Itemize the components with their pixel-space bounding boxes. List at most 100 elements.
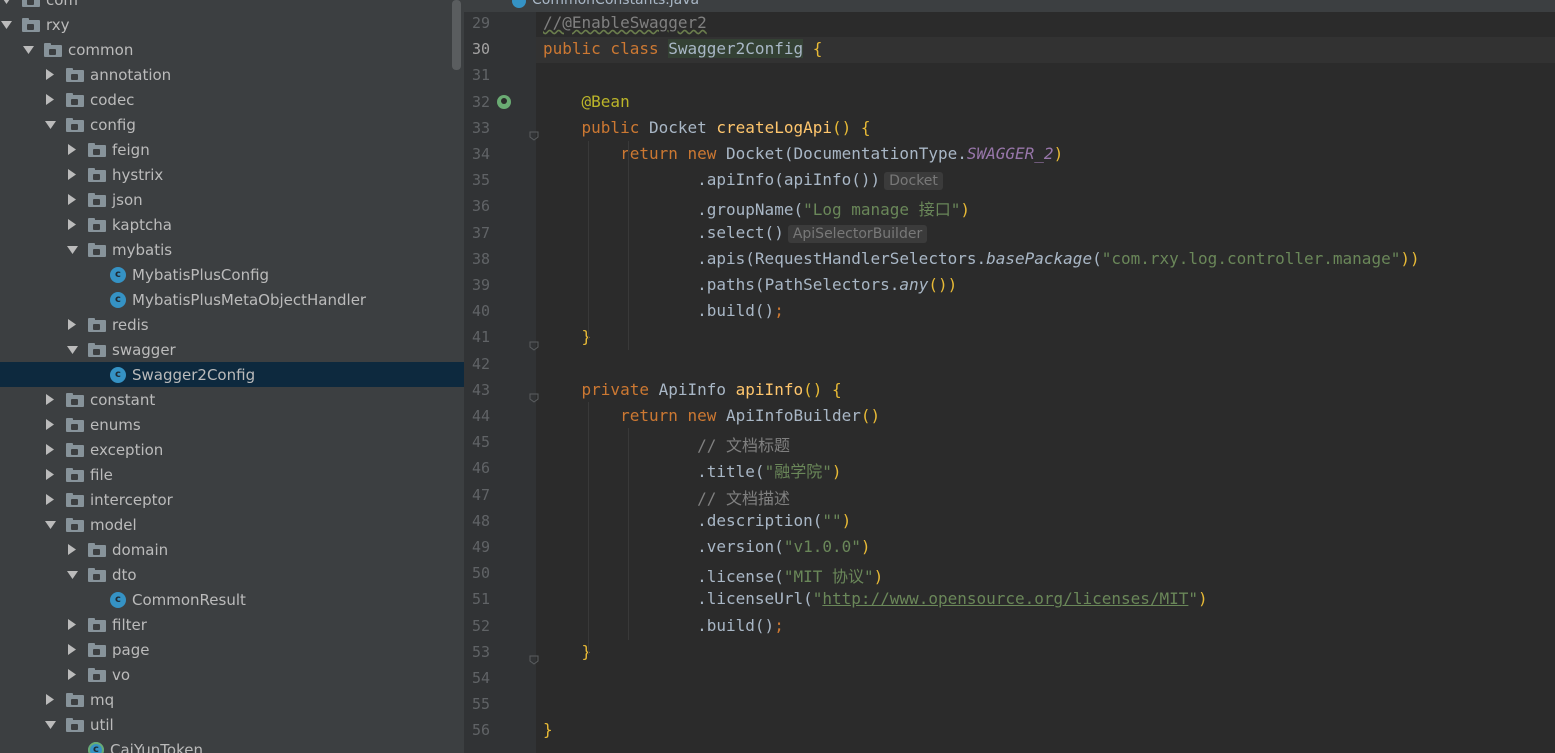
folder-icon (88, 667, 106, 682)
chevron-down-icon[interactable] (0, 0, 12, 6)
chevron-right-icon[interactable] (44, 69, 56, 81)
tree-item-redis[interactable]: redis (0, 312, 464, 337)
code-token: .license( (543, 567, 784, 587)
tree-item-config[interactable]: config (0, 112, 464, 137)
code-editor[interactable]: 29 //@EnableSwagger2 30 public class Swagge… (464, 0, 1555, 753)
tree-item-kaptcha[interactable]: kaptcha (0, 212, 464, 237)
folder-icon (88, 217, 106, 232)
tree-item-label: CaiYunToken (110, 740, 203, 753)
chevron-down-icon[interactable] (22, 44, 34, 56)
code-line: .select() ApiSelectorBuilder (543, 223, 928, 243)
tree-item-model[interactable]: model (0, 512, 464, 537)
tree-item-json[interactable]: json (0, 187, 464, 212)
chevron-down-icon[interactable] (44, 719, 56, 731)
code-token: DocumentationType. (793, 144, 967, 163)
tree-item-mybatis[interactable]: mybatis (0, 237, 464, 262)
chevron-right-icon[interactable] (44, 94, 56, 106)
chevron-right-icon[interactable] (66, 644, 78, 656)
code-token: .groupName( (543, 200, 804, 220)
tree-item-filter[interactable]: filter (0, 612, 464, 637)
fold-marker-icon[interactable] (529, 336, 539, 351)
code-line: // 文档描述 (543, 485, 790, 509)
code-token: apiInfo (735, 379, 804, 399)
code-token: any (899, 275, 929, 294)
tree-item-label: codec (90, 90, 135, 109)
chevron-right-icon[interactable] (66, 319, 78, 331)
chevron-right-icon[interactable] (66, 169, 78, 181)
chevron-right-icon[interactable] (44, 444, 56, 456)
code-token: ; (774, 301, 784, 321)
tree-item-interceptor[interactable]: interceptor (0, 487, 464, 512)
chevron-down-icon[interactable] (44, 119, 56, 131)
tree-item-codec[interactable]: codec (0, 87, 464, 112)
chevron-down-icon[interactable] (66, 569, 78, 581)
fold-marker-icon[interactable] (529, 650, 539, 665)
java-class-icon: c (88, 741, 104, 753)
line-number: 52 (471, 616, 490, 635)
chevron-right-icon[interactable] (44, 494, 56, 506)
fold-marker-icon[interactable] (529, 126, 539, 141)
tree-item-mybatisplusmetaobjecthandler[interactable]: c MybatisPlusMetaObjectHandler (0, 287, 464, 312)
line-number: 44 (471, 407, 490, 425)
tree-item-feign[interactable]: feign (0, 137, 464, 162)
chevron-right-icon[interactable] (44, 694, 56, 706)
code-line: .version("v1.0.0") (543, 537, 870, 556)
chevron-right-icon[interactable] (44, 394, 56, 406)
chevron-right-icon[interactable] (66, 669, 78, 681)
chevron-right-icon[interactable] (44, 419, 56, 431)
tree-item-mybatisplusconfig[interactable]: c MybatisPlusConfig (0, 262, 464, 287)
folder-icon (66, 467, 84, 482)
tree-item-dto[interactable]: dto (0, 562, 464, 587)
tree-item-commonresult[interactable]: c CommonResult (0, 587, 464, 612)
folder-icon (88, 317, 106, 332)
tab-commonconstants[interactable]: CommonConstants.java (532, 0, 699, 8)
code-token: PathSelectors. (764, 275, 900, 294)
code-token: ( (1092, 248, 1102, 268)
code-token: // 文档标题 (697, 436, 791, 456)
code-token: "Log manage 接口" (803, 200, 961, 220)
folder-icon (88, 142, 106, 157)
java-class-icon: c (110, 591, 126, 608)
folder-icon (22, 0, 40, 7)
chevron-right-icon[interactable] (66, 619, 78, 631)
tree-item-com[interactable]: com (0, 0, 464, 12)
tree-item-exception[interactable]: exception (0, 437, 464, 462)
chevron-down-icon[interactable] (66, 344, 78, 356)
code-line: public class Swagger2Config { (543, 39, 822, 59)
code-token: public class (543, 39, 669, 59)
chevron-right-icon[interactable] (66, 544, 78, 556)
tree-item-swagger2config[interactable]: c Swagger2Config (0, 362, 464, 387)
chevron-down-icon[interactable] (44, 519, 56, 531)
chevron-down-icon[interactable] (66, 244, 78, 256)
tree-item-caiyuntoken[interactable]: c CaiYunToken (0, 737, 464, 753)
code-token: } (581, 327, 592, 347)
code-line: .build(); (543, 616, 784, 635)
tree-scrollbar-thumb[interactable] (452, 0, 461, 70)
spring-bean-gutter-icon[interactable] (497, 95, 511, 109)
tree-item-swagger[interactable]: swagger (0, 337, 464, 362)
tree-item-mq[interactable]: mq (0, 687, 464, 712)
line-number: 49 (471, 538, 490, 556)
chevron-down-icon[interactable] (0, 19, 12, 31)
chevron-right-icon[interactable] (66, 144, 78, 156)
tree-item-vo[interactable]: vo (0, 662, 464, 687)
chevron-right-icon[interactable] (66, 194, 78, 206)
tree-item-util[interactable]: util (0, 712, 464, 737)
tree-item-hystrix[interactable]: hystrix (0, 162, 464, 187)
code-token: http://www.opensource.org/licenses/MIT (822, 589, 1189, 609)
chevron-right-icon[interactable] (44, 469, 56, 481)
tree-item-file[interactable]: file (0, 462, 464, 487)
tree-item-constant[interactable]: constant (0, 387, 464, 412)
tree-item-annotation[interactable]: annotation (0, 62, 464, 87)
tree-item-page[interactable]: page (0, 637, 464, 662)
tree-item-enums[interactable]: enums (0, 412, 464, 437)
tree-item-rxy[interactable]: rxy (0, 12, 464, 37)
fold-marker-icon[interactable] (529, 388, 539, 403)
tree-item-domain[interactable]: domain (0, 537, 464, 562)
editor-gutter (464, 0, 536, 753)
code-token: Swagger2Config (668, 39, 804, 59)
tree-item-label: kaptcha (112, 215, 172, 234)
chevron-right-icon[interactable] (66, 219, 78, 231)
tree-item-common[interactable]: common (0, 37, 464, 62)
code-token: createLogApi (716, 117, 832, 137)
